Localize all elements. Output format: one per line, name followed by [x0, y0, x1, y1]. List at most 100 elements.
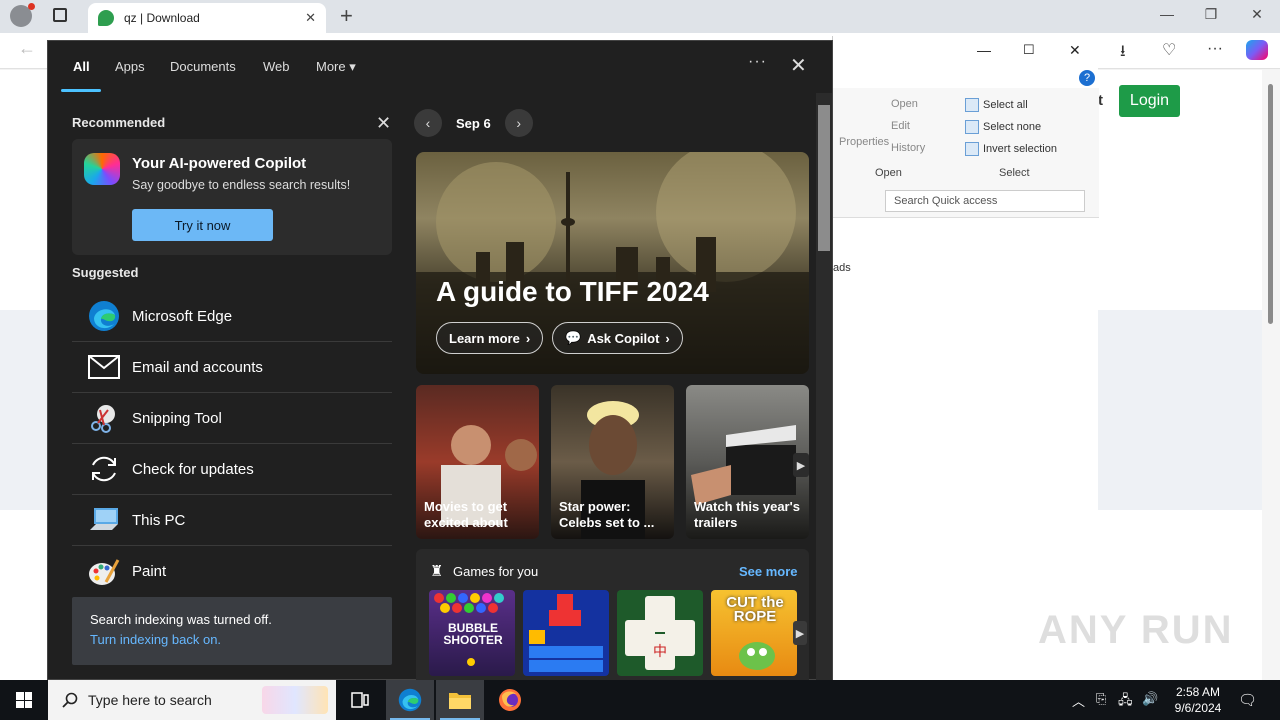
tile-caption: Watch this year's trailers — [694, 499, 800, 530]
suggested-item-email[interactable]: Email and accounts — [72, 342, 392, 393]
tiff-hero-card[interactable]: A guide to TIFF 2024 Learn more › 💬 Ask Co… — [416, 152, 809, 374]
copilot-sidebar-icon[interactable] — [1246, 40, 1268, 60]
notifications-icon[interactable]: 🗨 — [1238, 691, 1257, 709]
profile-avatar[interactable] — [10, 3, 35, 27]
chat-bubble-icon: 💬 — [565, 330, 582, 345]
game-block-puzzle[interactable] — [523, 590, 609, 676]
panel-close-icon[interactable]: ✕ — [790, 53, 807, 78]
open-button[interactable]: Open — [891, 98, 918, 110]
site-favicon-icon — [98, 10, 114, 26]
taskbar-firefox-icon[interactable] — [486, 680, 534, 720]
next-date-button[interactable]: › — [504, 109, 533, 137]
select-all-label: Select all — [983, 99, 1028, 111]
game-title: BUBBLE SHOOTER — [443, 621, 503, 647]
mail-icon — [88, 351, 120, 383]
panel-scrollbar-thumb[interactable] — [818, 105, 830, 251]
ask-copilot-label: Ask Copilot — [587, 330, 660, 346]
meet-now-icon[interactable]: ⎘ — [1096, 691, 1106, 707]
hero-title: A guide to TIFF 2024 — [436, 276, 709, 307]
game-mahjong[interactable]: 中 — [617, 590, 703, 676]
login-button[interactable]: Login — [1119, 85, 1180, 117]
copilot-promo-card: Your AI-powered Copilot Say goodbye to e… — [72, 139, 392, 255]
suggested-item-this-pc[interactable]: This PC — [72, 495, 392, 546]
learn-more-button[interactable]: Learn more › — [436, 322, 544, 354]
news-tile-star-power[interactable]: Star power: Celebs set to ... — [551, 385, 674, 539]
ribbon-group-open: Open — [875, 167, 902, 179]
browser-minimize-button[interactable]: — — [1144, 6, 1190, 22]
suggested-item-edge[interactable]: Microsoft Edge — [72, 291, 392, 342]
taskbar-search-box[interactable]: Type here to search — [48, 680, 336, 720]
tab-documents[interactable]: Documents — [170, 59, 236, 74]
edge-icon — [88, 300, 120, 332]
tile-caption: Star power: Celebs set to ... — [559, 499, 655, 530]
system-clock[interactable]: 2:58 AM 9/6/2024 — [1166, 684, 1230, 716]
watermark-logo: ANY RUN — [1038, 608, 1234, 652]
taskbar-search-placeholder: Type here to search — [88, 692, 212, 708]
try-it-now-button[interactable]: Try it now — [132, 209, 273, 241]
snipping-tool-icon — [88, 402, 120, 434]
downloads-icon[interactable]: ⭳ — [1120, 40, 1126, 67]
panel-scrollbar[interactable] — [816, 93, 832, 681]
previous-date-button[interactable]: ‹ — [414, 109, 442, 137]
indexing-notice: Search indexing was turned off. Turn ind… — [72, 597, 392, 665]
game-art — [529, 594, 603, 672]
suggested-item-snipping-tool[interactable]: Snipping Tool — [72, 393, 392, 444]
tab-actions-icon[interactable] — [53, 8, 67, 22]
explorer-minimize-button[interactable]: — — [977, 42, 991, 58]
back-button[interactable]: ← — [18, 38, 36, 59]
invert-selection-icon — [965, 142, 979, 156]
tab-web[interactable]: Web — [263, 59, 290, 74]
suggested-label: Microsoft Edge — [132, 307, 233, 325]
more-options-icon[interactable]: ··· — [1207, 40, 1223, 58]
invert-selection-button[interactable]: Invert selection — [965, 142, 1057, 156]
new-tab-button[interactable]: + — [340, 3, 353, 29]
properties-button[interactable]: Properties — [839, 136, 889, 148]
tab-close-icon[interactable]: ✕ — [305, 10, 316, 26]
game-cut-the-rope[interactable]: CUT the ROPE — [711, 590, 797, 676]
browser-restore-button[interactable]: ❐ — [1188, 6, 1234, 23]
select-none-label: Select none — [983, 121, 1042, 133]
edit-button[interactable]: Edit — [891, 120, 910, 132]
game-bubble-shooter[interactable]: BUBBLE SHOOTER — [429, 590, 515, 676]
tab-apps[interactable]: Apps — [115, 59, 145, 74]
select-all-button[interactable]: Select all — [965, 98, 1028, 112]
tab-more[interactable]: More ▾ — [316, 59, 356, 75]
scrollbar-thumb[interactable] — [1268, 84, 1273, 324]
windows-search-panel: All Apps Documents Web More ▾ ··· ✕ Reco… — [47, 40, 833, 681]
suggested-item-check-updates[interactable]: Check for updates — [72, 444, 392, 495]
select-none-button[interactable]: Select none — [965, 120, 1041, 134]
page-scrollbar[interactable] — [1262, 70, 1280, 680]
quick-access-search-input[interactable]: Search Quick access — [885, 190, 1085, 212]
suggested-item-paint[interactable]: Paint — [72, 546, 392, 597]
volume-icon[interactable]: 🔊 — [1142, 691, 1158, 707]
computer-icon — [88, 504, 120, 536]
clock-date: 9/6/2024 — [1174, 701, 1222, 715]
turn-indexing-on-link[interactable]: Turn indexing back on. — [90, 632, 221, 647]
news-tile-movies[interactable]: Movies to get excited about — [416, 385, 539, 539]
windows-start-icon[interactable] — [16, 692, 32, 708]
tab-all[interactable]: All — [73, 59, 90, 74]
browser-tab[interactable]: qz | Download ✕ — [88, 3, 326, 33]
see-more-games-link[interactable]: See more — [739, 564, 798, 579]
history-button[interactable]: History — [891, 142, 925, 154]
dismiss-recommended-icon[interactable]: ✕ — [376, 113, 391, 134]
ribbon-group-select: Select — [999, 167, 1030, 179]
ask-copilot-button[interactable]: 💬 Ask Copilot › — [552, 322, 683, 354]
browser-close-button[interactable]: ✕ — [1234, 6, 1280, 23]
browser-essentials-icon[interactable]: ♡ — [1162, 40, 1176, 60]
paint-icon — [88, 556, 120, 588]
help-icon[interactable]: ? — [1079, 70, 1095, 86]
show-hidden-icons-icon[interactable]: ︿ — [1072, 691, 1085, 710]
news-tile-trailers[interactable]: Watch this year's trailers — [686, 385, 809, 539]
tab-title: qz | Download — [124, 11, 200, 25]
explorer-maximize-button[interactable]: ☐ — [1023, 42, 1035, 58]
explorer-close-button[interactable]: ✕ — [1069, 42, 1081, 59]
task-view-icon[interactable] — [336, 680, 384, 720]
network-icon[interactable]: 🖧 — [1118, 691, 1133, 713]
select-all-icon — [965, 98, 979, 112]
more-options-icon[interactable]: ··· — [748, 53, 767, 71]
games-next-button[interactable]: ▶ — [793, 621, 807, 645]
taskbar-edge-icon[interactable] — [386, 680, 434, 720]
tiles-next-button[interactable]: ▶ — [793, 453, 809, 477]
taskbar-file-explorer-icon[interactable] — [436, 680, 484, 720]
